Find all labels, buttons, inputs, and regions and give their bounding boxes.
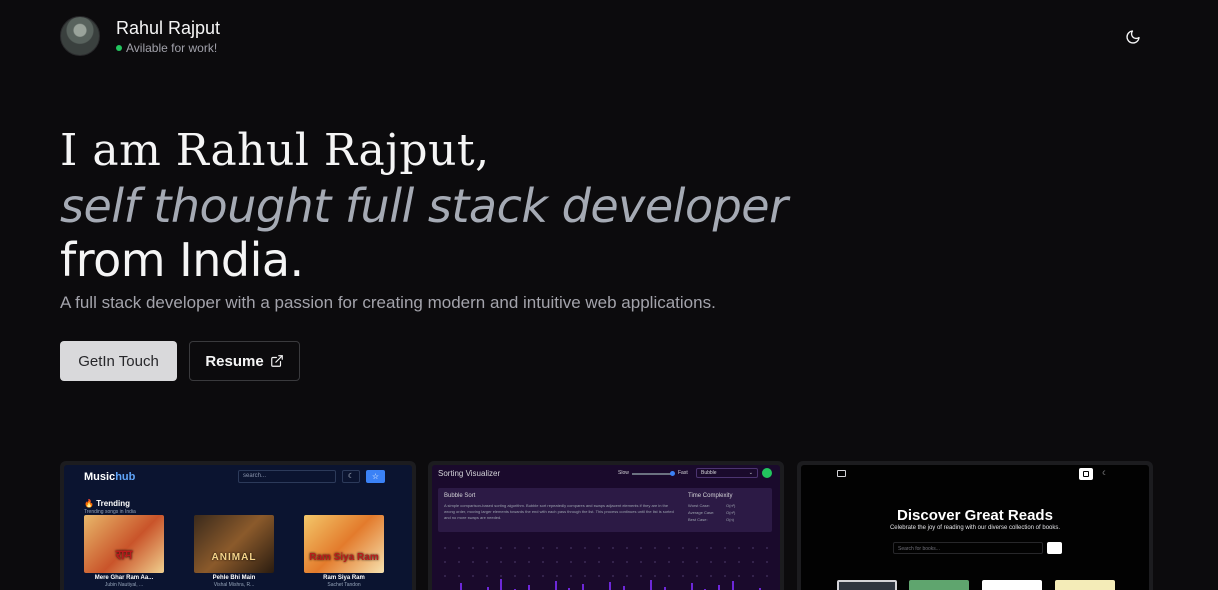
project-card-books[interactable]: ☾ Discover Great Reads Celebrate the joy… (797, 461, 1153, 590)
sort-bar (690, 583, 693, 590)
books-title: Discover Great Reads (897, 507, 1053, 524)
books-view-button (1079, 468, 1093, 480)
sort-bar (650, 580, 652, 590)
sort-bar (554, 581, 557, 590)
book-icon (837, 470, 846, 477)
books-moon-icon: ☾ (1102, 471, 1108, 477)
hero-line-location: from India. (60, 233, 304, 287)
album-art-text: ANIMAL (211, 552, 257, 563)
theme-toggle-button[interactable] (1120, 24, 1146, 50)
speed-slow-label: Slow (618, 470, 629, 476)
algorithm-info-panel: Bubble Sort A simple comparison-based so… (438, 488, 772, 532)
complexity-value: O(n²) (726, 510, 736, 515)
sorting-title: Sorting Visualizer (438, 469, 501, 478)
logo-part-music: Music (84, 471, 116, 483)
chevron-down-icon: ⌄ (748, 470, 753, 476)
song-artist: Vishal Mishra, R... (213, 582, 255, 588)
get-in-touch-label: GetIn Touch (78, 352, 159, 370)
speed-slider (632, 473, 674, 475)
external-link-icon (270, 355, 283, 367)
play-icon (762, 468, 772, 478)
complexity-label: Worst Case: (688, 503, 710, 508)
complexity-row: Average Case: O(n²) (688, 510, 736, 515)
algorithm-value: Bubble (701, 470, 717, 476)
books-search-input: Search for books... (893, 542, 1043, 554)
algorithm-name: Bubble Sort (444, 493, 476, 499)
hero-line-role: self thought full stack developer (60, 179, 788, 233)
square-icon (1083, 471, 1089, 477)
sort-bar (622, 586, 625, 590)
book-cover (1055, 580, 1115, 590)
logo-part-hub: hub (115, 471, 136, 483)
album-cover: राम (84, 515, 164, 573)
resume-label: Resume (205, 352, 264, 370)
books-preview: ☾ Discover Great Reads Celebrate the joy… (801, 465, 1149, 590)
sort-bar (731, 581, 734, 590)
sort-bar (500, 579, 503, 590)
song-artist: Sachet Tandon (327, 582, 361, 588)
song-title: Ram Siya Ram (323, 575, 365, 581)
complexity-title: Time Complexity (688, 493, 733, 499)
song-title: Mere Ghar Ram Aa... (94, 575, 154, 581)
sort-bar (609, 582, 612, 590)
profile-header: Rahul Rajput Avilable for work! (60, 16, 220, 56)
hero-subtitle: A full stack developer with a passion fo… (60, 293, 716, 312)
sort-bar (527, 585, 530, 590)
album-art-text: Ram Siya Ram (309, 552, 379, 563)
complexity-value: O(n²) (726, 503, 736, 508)
complexity-label: Best Case: (688, 517, 708, 522)
book-cover (909, 580, 969, 590)
complexity-value: O(n) (726, 517, 734, 522)
project-card-sorting-visualizer[interactable]: Sorting Visualizer Slow Fast Bubble ⌄ Bub… (428, 461, 784, 590)
resume-button[interactable]: Resume (189, 341, 300, 381)
album-cover: Ram Siya Ram (304, 515, 384, 573)
sort-bar (718, 585, 720, 590)
musichub-search-input: search... (238, 470, 336, 483)
profile-identity: Rahul Rajput Avilable for work! (116, 17, 220, 55)
musichub-section-title: 🔥 Trending (84, 499, 130, 508)
musichub-logo: Musichub (84, 471, 135, 483)
hero-line-intro: I am Rahul Rajput, (60, 125, 490, 176)
musichub-star-icon: ☆ (366, 470, 385, 483)
sort-bars (438, 537, 774, 590)
book-cover (837, 580, 897, 590)
speed-fast-label: Fast (678, 470, 688, 476)
algorithm-select: Bubble ⌄ (696, 468, 758, 478)
musichub-preview: Musichub search... ☾ ☆ 🔥 Trending Trendi… (64, 465, 412, 590)
song-title: Pehle Bhi Main (212, 575, 256, 581)
speed-slider-knob (670, 471, 675, 476)
book-cover (982, 580, 1042, 590)
section-label: Trending (96, 499, 130, 508)
song-artist: Jubin Nautiyal, ... (104, 582, 144, 588)
complexity-row: Best Case: O(n) (688, 517, 736, 522)
status-dot-icon (116, 45, 122, 51)
sorting-preview: Sorting Visualizer Slow Fast Bubble ⌄ Bub… (432, 465, 780, 590)
availability-status: Avilable for work! (116, 41, 220, 55)
sort-bar (459, 583, 462, 590)
hero-heading: I am Rahul Rajput, self thought full sta… (60, 123, 860, 287)
album-cover: ANIMAL (194, 515, 274, 573)
profile-name: Rahul Rajput (116, 18, 221, 38)
get-in-touch-button[interactable]: GetIn Touch (60, 341, 177, 381)
musichub-moon-icon: ☾ (342, 470, 360, 483)
status-text: Avilable for work! (126, 41, 218, 55)
algorithm-description: A simple comparison-based sorting algori… (444, 503, 674, 520)
avatar (60, 16, 100, 56)
moon-icon (1126, 30, 1140, 44)
project-card-musichub[interactable]: Musichub search... ☾ ☆ 🔥 Trending Trendi… (60, 461, 416, 590)
sort-bar (582, 584, 584, 590)
complexity-row: Worst Case: O(n²) (688, 503, 736, 508)
books-subtitle: Celebrate the joy of reading with our di… (889, 525, 1061, 531)
album-art-text: राम (115, 547, 133, 562)
books-search-button (1047, 542, 1062, 554)
complexity-label: Average Case: (688, 510, 715, 515)
